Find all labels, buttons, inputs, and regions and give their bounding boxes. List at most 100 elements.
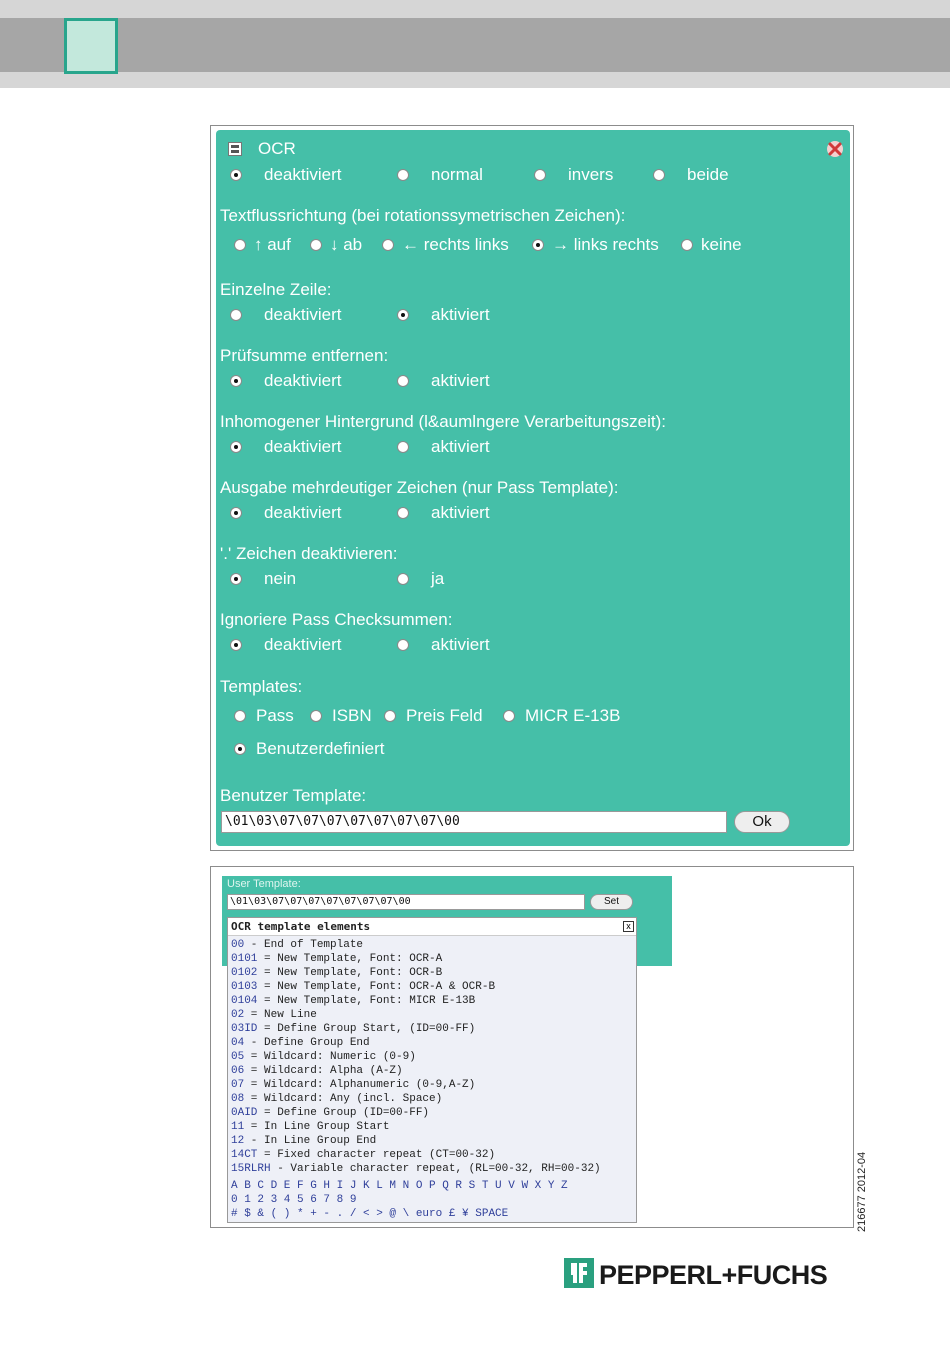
direction-option-1-label: ↓ ab (330, 235, 363, 254)
element-description: - Variable character repeat, (RL=00-32, … (270, 1163, 601, 1175)
direction-option-0-label: ↑ auf (254, 235, 291, 254)
group-3-option-0-label: deaktiviert (264, 503, 342, 522)
template-element-row[interactable]: 14CT = Fixed character repeat (CT=00-32) (231, 1149, 495, 1161)
template-element-row[interactable]: 12 - In Line Group End (231, 1135, 376, 1147)
element-code: 07 (231, 1079, 245, 1091)
template-option-3-radio[interactable] (503, 710, 515, 722)
template-element-row[interactable]: 02 = New Line (231, 1009, 317, 1021)
template-element-row[interactable]: 0102 = New Template, Font: OCR-B (231, 967, 442, 979)
template-element-row[interactable]: 00 - End of Template (231, 939, 363, 951)
mode-option-3-label: beide (687, 165, 729, 184)
mode-option-2-radio[interactable] (534, 169, 546, 181)
template-element-row[interactable]: 04 - Define Group End (231, 1037, 370, 1049)
element-description: = Fixed character repeat (CT=00-32) (257, 1149, 496, 1161)
direction-option-2-label: ← rechts links (402, 235, 509, 254)
template-element-row[interactable]: 0104 = New Template, Font: MICR E-13B (231, 995, 475, 1007)
template-element-row[interactable]: 07 = Wildcard: Alphanumeric (0-9,A-Z) (231, 1079, 475, 1091)
element-description: = Wildcard: Any (incl. Space) (244, 1093, 443, 1105)
close-icon[interactable] (826, 140, 844, 158)
element-code: 0104 (231, 995, 258, 1007)
user-template-input[interactable]: \01\03\07\07\07\07\07\07\07\00 (221, 811, 727, 833)
element-code: 0101 (231, 953, 258, 965)
template-element-row[interactable]: 11 = In Line Group Start (231, 1121, 389, 1133)
element-description: = Define Group Start, (ID=00-FF) (257, 1023, 476, 1035)
group-4-option-1-label: ja (431, 569, 445, 588)
group-4-option-0-radio[interactable] (230, 573, 242, 585)
element-code: 02 (231, 1009, 245, 1021)
group-label-5: Ignoriere Pass Checksummen: (220, 610, 453, 629)
mode-option-1-label: normal (431, 165, 483, 184)
group-0-option-1-radio[interactable] (397, 309, 409, 321)
symbols-row[interactable]: # $ & ( ) * + - . / < > @ \ euro £ ¥ SPA… (231, 1208, 508, 1220)
template-element-row[interactable]: 06 = Wildcard: Alpha (A-Z) (231, 1065, 403, 1077)
group-0-option-0-radio[interactable] (230, 309, 242, 321)
template-option-2-radio[interactable] (384, 710, 396, 722)
group-3-option-0-radio[interactable] (230, 507, 242, 519)
template-option-1-radio[interactable] (310, 710, 322, 722)
mode-option-0-label: deaktiviert (264, 165, 342, 184)
mode-option-1-radio[interactable] (397, 169, 409, 181)
mode-option-3-radio[interactable] (653, 169, 665, 181)
group-label-3: Ausgabe mehrdeutiger Zeichen (nur Pass T… (220, 478, 619, 497)
user-template-input-en[interactable]: \01\03\07\07\07\07\07\07\07\00 (227, 894, 585, 910)
group-2-option-0-radio[interactable] (230, 441, 242, 453)
template-option-2-label: Preis Feld (406, 706, 483, 725)
set-button[interactable]: Set (590, 894, 633, 910)
top-strip (0, 0, 950, 18)
group-1-option-0-radio[interactable] (230, 375, 242, 387)
element-code: 0AID (231, 1107, 258, 1119)
header-subband (0, 72, 950, 88)
templates-label: Templates: (220, 677, 303, 696)
template-elements-popup: OCR template elements x A B C D E F G H … (227, 917, 637, 1223)
template-element-row[interactable]: 08 = Wildcard: Any (incl. Space) (231, 1093, 442, 1105)
direction-option-0-radio[interactable] (234, 239, 246, 251)
element-description: = Wildcard: Alpha (A-Z) (244, 1065, 403, 1077)
element-code: 04 (231, 1037, 245, 1049)
group-5-option-0-radio[interactable] (230, 639, 242, 651)
element-description: = Wildcard: Alphanumeric (0-9,A-Z) (244, 1079, 476, 1091)
text-direction-label: Textflussrichtung (bei rotationssymetris… (220, 206, 626, 225)
group-3-option-1-radio[interactable] (397, 507, 409, 519)
letters-row[interactable]: A B C D E F G H I J K L M N O P Q R S T … (231, 1180, 568, 1192)
direction-option-4-radio[interactable] (681, 239, 693, 251)
document-code: 216677 2012-04 (856, 1151, 868, 1232)
ok-button[interactable]: Ok (734, 811, 790, 833)
group-1-option-1-radio[interactable] (397, 375, 409, 387)
group-4-option-1-radio[interactable] (397, 573, 409, 585)
group-0-option-1-label: aktiviert (431, 305, 490, 324)
mode-option-2-label: invers (568, 165, 614, 184)
ocr-panel: OCR Textflussrichtung (bei rotationssyme… (216, 130, 850, 846)
template-element-row[interactable]: 05 = Wildcard: Numeric (0-9) (231, 1051, 416, 1063)
group-label-1: Prüfsumme entfernen: (220, 346, 389, 365)
template-option-4-radio[interactable] (234, 743, 246, 755)
pf-logo-icon (564, 1258, 594, 1288)
group-2-option-1-radio[interactable] (397, 441, 409, 453)
direction-option-2-radio[interactable] (382, 239, 394, 251)
direction-option-3-radio[interactable] (532, 239, 544, 251)
template-element-row[interactable]: 0101 = New Template, Font: OCR-A (231, 953, 442, 965)
template-option-0-label: Pass (256, 706, 294, 725)
direction-option-1-radio[interactable] (310, 239, 322, 251)
element-description: = New Template, Font: OCR-A (257, 953, 443, 965)
popup-close-icon[interactable]: x (623, 921, 634, 932)
element-code: 15RLRH (231, 1163, 271, 1175)
element-description: - End of Template (244, 939, 364, 951)
element-code: 08 (231, 1093, 245, 1105)
group-5-option-1-label: aktiviert (431, 635, 490, 654)
element-description: = Wildcard: Numeric (0-9) (244, 1051, 416, 1063)
element-code: 00 (231, 939, 245, 951)
template-option-0-radio[interactable] (234, 710, 246, 722)
group-5-option-1-radio[interactable] (397, 639, 409, 651)
template-element-row[interactable]: 0103 = New Template, Font: OCR-A & OCR-B (231, 981, 495, 993)
element-description: = Define Group (ID=00-FF) (257, 1107, 430, 1119)
header-bar (0, 18, 950, 72)
template-element-row[interactable]: 03ID = Define Group Start, (ID=00-FF) (231, 1023, 475, 1035)
template-element-row[interactable]: 15RLRH - Variable character repeat, (RL=… (231, 1163, 601, 1175)
template-element-row[interactable]: 0AID = Define Group (ID=00-FF) (231, 1107, 429, 1119)
element-code: 06 (231, 1065, 245, 1077)
group-2-option-0-label: deaktiviert (264, 437, 342, 456)
digits-row[interactable]: 0 1 2 3 4 5 6 7 8 9 (231, 1194, 356, 1206)
mode-option-0-radio[interactable] (230, 169, 242, 181)
group-label-4: '.' Zeichen deaktivieren: (220, 544, 398, 563)
template-option-4-label: Benutzerdefiniert (256, 739, 385, 758)
